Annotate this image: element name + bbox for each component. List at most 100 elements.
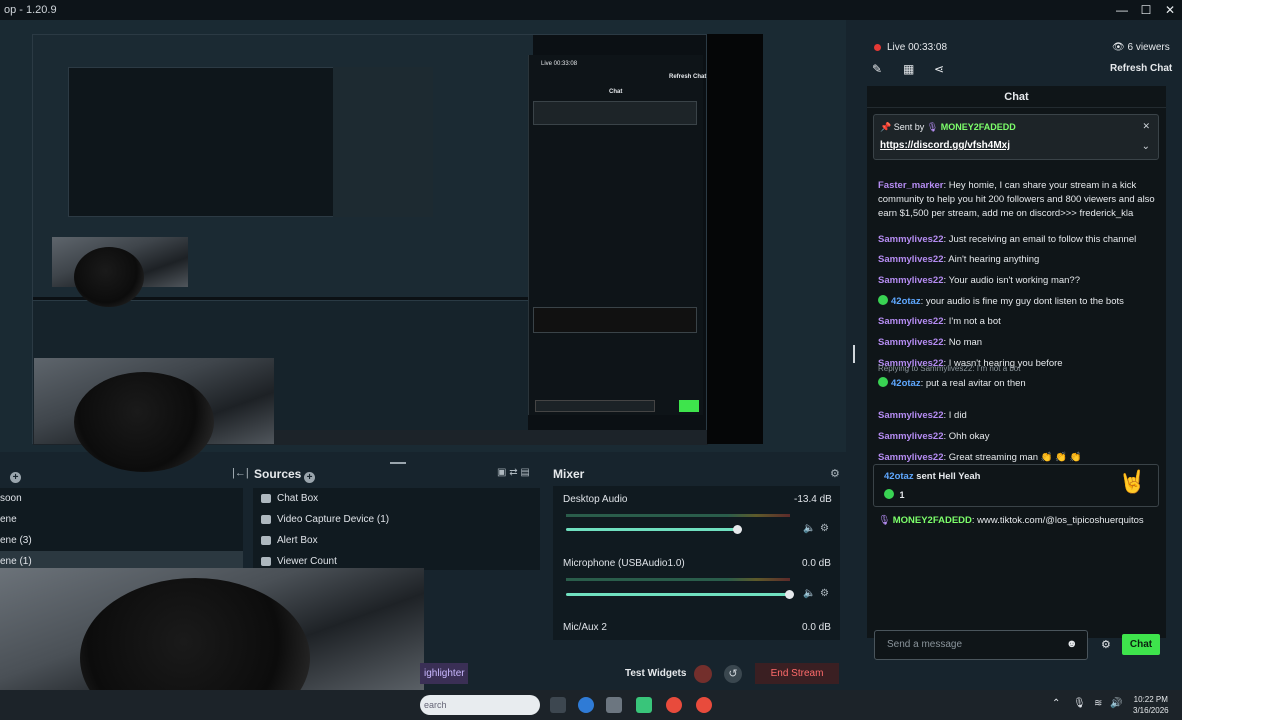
volume-slider-knob[interactable]	[733, 525, 742, 534]
nested-tip	[533, 307, 697, 333]
pinned-message: 📌 Sent by 🎙 MONEY2FADEDD https://discord…	[873, 114, 1159, 160]
mic-tray-icon[interactable]: 🎙	[1073, 698, 1086, 709]
deep-webcam-feed	[52, 237, 188, 307]
wifi-icon[interactable]: ≋	[1094, 698, 1102, 709]
tip-card: 42otaz sent Hell Yeah 1 🤘	[873, 464, 1159, 507]
end-stream-button[interactable]: End Stream	[755, 663, 839, 684]
title-bar: op - 1.20.9 — ☐ ✕	[0, 0, 1182, 20]
source-label: Alert Box	[277, 535, 318, 546]
record-button[interactable]	[694, 665, 712, 683]
chat-user[interactable]: Sammylives22	[878, 234, 944, 245]
scene-item[interactable]: soon	[0, 488, 243, 509]
chat-user: MONEY2FADEDD	[892, 515, 972, 526]
eye-icon: 👁	[1112, 42, 1125, 53]
replay-icon[interactable]: ↺	[724, 665, 742, 683]
nested-input	[535, 400, 655, 412]
chat-user[interactable]: Sammylives22	[878, 316, 944, 327]
pinned-link[interactable]: https://discord.gg/vfsh4Mxj	[880, 140, 1010, 151]
reply-context: Replying to Sammylives22: I'm not a bot	[878, 364, 1021, 373]
mixer-toggle-icons[interactable]: ▣ ⇄ ▤	[497, 467, 530, 478]
chat-user[interactable]: Sammylives22	[878, 275, 944, 286]
chat-user[interactable]: Sammylives22	[878, 410, 944, 421]
mic-icon: 🎙	[878, 515, 891, 526]
highlighter-button[interactable]: ighlighter	[420, 663, 468, 684]
scene-item[interactable]: ene (3)	[0, 530, 243, 551]
scene-item[interactable]: ene	[0, 509, 243, 530]
close-button[interactable]: ✕	[1158, 3, 1182, 17]
clock-time: 10:22 PM	[1133, 695, 1168, 704]
chat-user[interactable]: 42otaz	[891, 378, 921, 389]
emoji-icon[interactable]: ☻	[1066, 638, 1078, 650]
taskbar-clock[interactable]: 10:22 PM 3/16/2026	[1133, 694, 1169, 716]
chat-send-button[interactable]: Chat	[1122, 634, 1160, 655]
panel-resize-handle[interactable]	[390, 462, 406, 464]
source-label: Video Capture Device (1)	[277, 514, 390, 525]
channel-gear-icon[interactable]: ⚙	[820, 588, 829, 599]
add-scene-icon[interactable]: +	[10, 467, 21, 485]
minimize-button[interactable]: —	[1110, 3, 1134, 17]
chrome-icon[interactable]	[666, 697, 682, 713]
add-source-icon[interactable]: +	[304, 467, 315, 485]
nested-refresh-label: Refresh Chat	[669, 74, 707, 80]
mixer-channel-name: Microphone (USBAudio1.0)	[563, 558, 685, 569]
volume-slider-knob[interactable]	[785, 590, 794, 599]
sources-title: Sources	[254, 467, 302, 481]
source-type-icon	[261, 494, 271, 503]
volume-icon[interactable]: 🔊	[1110, 698, 1122, 709]
coin-icon	[884, 489, 894, 499]
tip-amount: 1	[899, 490, 905, 500]
edge-icon[interactable]	[578, 697, 594, 713]
chat-user[interactable]: Sammylives22	[878, 431, 944, 442]
chat-user[interactable]: Sammylives22	[878, 254, 944, 265]
streaming-app-icon[interactable]	[636, 697, 652, 713]
store-icon[interactable]	[606, 697, 622, 713]
pin-icon: 📌	[880, 122, 892, 132]
mixer-channel-db: -13.4 dB	[794, 494, 832, 505]
chat-message: Faster_marker: Hey homie, I can share yo…	[878, 180, 1155, 219]
volume-slider[interactable]	[566, 593, 790, 596]
tray-chevron-icon[interactable]: ⌃	[1052, 698, 1060, 709]
nested-live-label: Live 00:33:08	[541, 61, 578, 67]
chrome-profile-icon[interactable]	[696, 697, 712, 713]
speaker-icon[interactable]: 🔈	[803, 523, 815, 534]
collapse-panel-icon[interactable]: |←|	[232, 467, 249, 479]
volume-meter	[566, 514, 790, 517]
chat-message-input[interactable]: Send a message	[874, 630, 1088, 660]
mic-icon: 🎙	[926, 122, 939, 132]
desktop-background	[1182, 0, 1280, 720]
clock-date: 3/16/2026	[1133, 706, 1169, 715]
chat-user[interactable]: Sammylives22	[878, 337, 944, 348]
channel-gear-icon[interactable]: ⚙	[820, 523, 829, 534]
chat-settings-gear-icon[interactable]: ⚙	[1101, 638, 1111, 651]
chevron-down-icon[interactable]: ⌄	[1142, 141, 1150, 152]
chat-window: Chat 📌 Sent by 🎙 MONEY2FADEDD https://di…	[867, 86, 1166, 638]
taskbar-search[interactable]: earch	[420, 695, 540, 715]
chat-user[interactable]: 42otaz	[891, 296, 921, 307]
chat-user[interactable]: Faster_marker	[878, 180, 944, 191]
live-dot-icon	[874, 44, 881, 51]
task-view-icon[interactable]	[550, 697, 566, 713]
edit-icon[interactable]: ✎	[872, 62, 882, 76]
maximize-button[interactable]: ☐	[1134, 3, 1158, 17]
dock-resize-handle[interactable]	[853, 345, 855, 363]
window-controls: — ☐ ✕	[1110, 0, 1182, 20]
source-item[interactable]: Chat Box	[253, 488, 540, 509]
source-item[interactable]: Alert Box	[253, 530, 540, 551]
pinned-header: 📌 Sent by 🎙 MONEY2FADEDD	[880, 122, 1016, 133]
tip-text: sent Hell Yeah	[916, 471, 981, 482]
volume-slider[interactable]	[566, 528, 738, 531]
chat-text: put a real avitar on then	[925, 378, 1026, 389]
mixer-settings-gear-icon[interactable]: ⚙	[830, 467, 840, 480]
refresh-chat-button[interactable]: Refresh Chat	[1110, 63, 1172, 74]
share-icon[interactable]: ⋖	[934, 62, 944, 76]
unpin-icon[interactable]: ✕	[1142, 121, 1150, 132]
chat-message: Sammylives22: Great streaming man 👏 👏 👏	[878, 452, 1082, 463]
source-item[interactable]: Video Capture Device (1)	[253, 509, 540, 530]
live-indicator: Live 00:33:08	[874, 42, 947, 53]
chat-message: Sammylives22: Your audio isn't working m…	[878, 275, 1080, 286]
dashboard-icon[interactable]: ▦	[903, 62, 914, 76]
speaker-icon[interactable]: 🔈	[803, 588, 815, 599]
chat-text: www.tiktok.com/@los_tipicoshuerquitos	[977, 515, 1144, 526]
chat-user[interactable]: Sammylives22	[878, 452, 944, 463]
mixer-channel-name: Desktop Audio	[563, 494, 628, 505]
